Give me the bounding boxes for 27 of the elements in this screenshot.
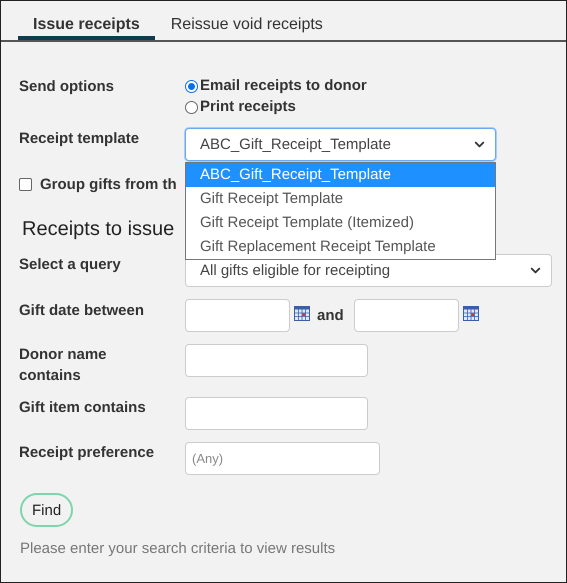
- radio-label: Email receipts to donor: [200, 76, 367, 96]
- donor-name-field[interactable]: [185, 344, 368, 377]
- field-label: Gift item contains: [19, 398, 147, 418]
- radio-button[interactable]: [185, 100, 198, 114]
- checkbox-label: Group gifts from th: [40, 176, 177, 192]
- field-label: Gift date between: [19, 301, 146, 321]
- help-text: Please enter your search criteria to view results: [20, 540, 336, 557]
- calendar-icon[interactable]: [294, 305, 310, 321]
- receipt-preference-field[interactable]: (Any): [185, 442, 380, 475]
- field-label: Select a query: [19, 255, 122, 275]
- field-label: Send options: [19, 77, 115, 97]
- connector-text: and: [317, 307, 344, 324]
- calendar-icon[interactable]: [462, 305, 479, 321]
- end-date-field[interactable]: [354, 299, 459, 332]
- template-select[interactable]: ABC_Gift_Receipt_Template: [185, 128, 496, 161]
- radio-label: Print receipts: [200, 97, 296, 117]
- radio-button[interactable]: [185, 80, 198, 92]
- tab[interactable]: Reissue void receipts: [156, 9, 338, 40]
- start-date-field[interactable]: [185, 299, 290, 332]
- checkbox[interactable]: [19, 178, 32, 190]
- field-label: Receipt preference: [19, 443, 156, 463]
- tab[interactable]: Issue receipts: [18, 9, 155, 40]
- gift-item-field[interactable]: [185, 397, 368, 430]
- section-heading: Receipts to issue: [22, 217, 174, 242]
- field-label: Donor name contains: [19, 345, 108, 386]
- field-label: Receipt template: [19, 129, 140, 149]
- find-button[interactable]: Find: [20, 493, 74, 527]
